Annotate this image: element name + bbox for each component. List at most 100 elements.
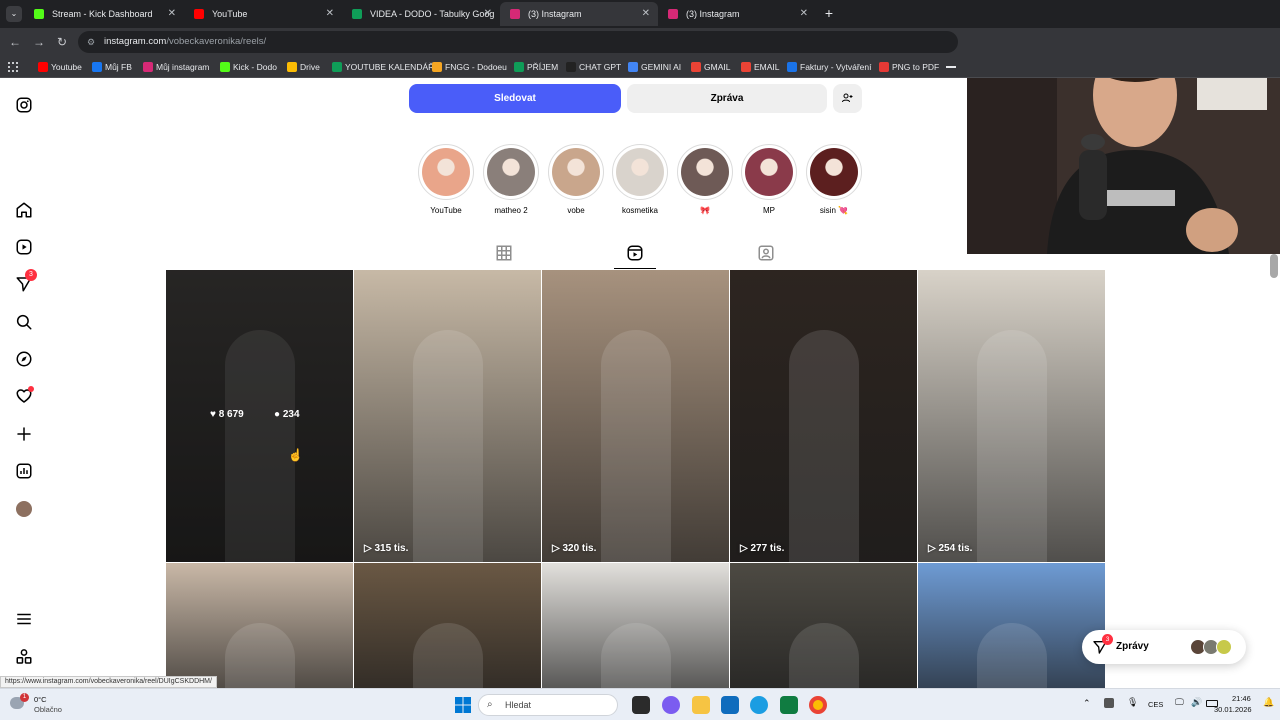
avatar: [1216, 639, 1232, 655]
story-highlight[interactable]: kosmetika: [612, 144, 668, 215]
browser-tab-sheets[interactable]: VIDEA - DODO - Tabulky Goog ✕: [342, 2, 500, 26]
suggested-users-button[interactable]: [833, 84, 862, 113]
bookmark-item[interactable]: Můj instagram: [143, 56, 209, 78]
language-indicator[interactable]: CES: [1148, 700, 1163, 709]
message-button[interactable]: Zpráva: [627, 84, 827, 113]
weather-widget[interactable]: 1 0°C Oblačno: [10, 693, 80, 717]
story-highlight[interactable]: YouTube: [418, 144, 474, 215]
bookmark-favicon-icon: [566, 62, 576, 72]
reel-thumbnail[interactable]: [730, 563, 917, 688]
clock-date[interactable]: 30.01.2026: [1214, 705, 1252, 714]
reel-thumbnail[interactable]: [354, 563, 541, 688]
reload-icon[interactable]: ↻: [57, 35, 67, 49]
reels-tab-icon[interactable]: [626, 244, 644, 262]
bookmark-item[interactable]: Youtube: [38, 56, 82, 78]
profile-avatar[interactable]: [15, 500, 33, 518]
browser-tab-instagram-active[interactable]: (3) Instagram ✕: [500, 2, 658, 26]
instagram-icon: [668, 9, 678, 19]
highlight-label: vobe: [567, 206, 585, 215]
page-scrollbar[interactable]: [1270, 254, 1278, 278]
tab-close-icon[interactable]: ✕: [800, 2, 808, 26]
notifications-bell-icon[interactable]: 🔔: [1263, 697, 1274, 708]
taskbar-search[interactable]: ⌕ Hledat: [478, 694, 618, 716]
bookmarks-overflow-icon[interactable]: [946, 66, 956, 68]
clock-time[interactable]: 21:46: [1232, 694, 1251, 703]
highlight-label: MP: [763, 206, 775, 215]
reel-thumbnail[interactable]: [166, 563, 353, 688]
also-from-meta-icon[interactable]: [15, 648, 33, 666]
browser-tab-youtube[interactable]: YouTube ✕: [184, 2, 342, 26]
create-plus-icon[interactable]: [15, 425, 33, 443]
tab-close-icon[interactable]: ✕: [326, 2, 334, 26]
tab-close-icon[interactable]: ✕: [484, 2, 492, 26]
volume-icon[interactable]: 🔊: [1191, 697, 1202, 708]
story-highlight[interactable]: MP: [741, 144, 797, 215]
direct-messages-icon[interactable]: 3: [15, 269, 37, 293]
chrome-icon[interactable]: [809, 696, 827, 714]
reel-thumbnail[interactable]: ▷ 315 tis.: [354, 270, 541, 562]
follow-button[interactable]: Sledovat: [409, 84, 621, 113]
reel-thumbnail[interactable]: ▷ 320 tis.: [542, 270, 729, 562]
site-info-icon[interactable]: ⚙: [87, 31, 95, 53]
edge-icon[interactable]: [750, 696, 768, 714]
tray-app-icon[interactable]: [1104, 698, 1114, 708]
bookmark-item[interactable]: PŘÍJEM: [514, 56, 558, 78]
bookmark-item[interactable]: Kick - Dodo: [220, 56, 277, 78]
explore-icon[interactable]: [15, 350, 33, 368]
bookmark-item[interactable]: GMAIL: [691, 56, 730, 78]
copilot-icon[interactable]: [662, 696, 680, 714]
reel-thumbnail[interactable]: ▷ 277 tis.: [730, 270, 917, 562]
tray-overflow-icon[interactable]: ⌃: [1083, 698, 1091, 709]
bookmark-item[interactable]: CHAT GPT: [566, 56, 621, 78]
bookmark-item[interactable]: Drive: [287, 56, 320, 78]
reels-icon[interactable]: [15, 238, 33, 256]
home-icon[interactable]: [15, 201, 33, 219]
back-icon[interactable]: ←: [9, 35, 21, 49]
file-explorer-icon[interactable]: [692, 696, 710, 714]
new-tab-button[interactable]: +: [820, 4, 838, 22]
browser-tab-kick[interactable]: Stream - Kick Dashboard ✕: [24, 2, 184, 26]
story-highlight[interactable]: 🎀: [677, 144, 733, 215]
start-button[interactable]: [454, 696, 472, 714]
bookmark-item[interactable]: Můj FB: [92, 56, 132, 78]
dashboard-icon[interactable]: [15, 462, 33, 480]
bookmark-favicon-icon: [432, 62, 442, 72]
bookmark-label: FNGG - Dodoeu: [445, 62, 507, 72]
instagram-logo-icon[interactable]: [15, 96, 33, 114]
notifications-heart-icon[interactable]: [15, 386, 34, 405]
story-highlight[interactable]: sisin 💘: [806, 144, 862, 215]
browser-tab-instagram[interactable]: (3) Instagram ✕: [658, 2, 816, 26]
forward-icon[interactable]: →: [33, 35, 45, 49]
address-bar[interactable]: ⚙ instagram.com/vobeckaveronika/reels/: [78, 31, 958, 53]
highlight-cover-image: [487, 148, 535, 196]
tagged-tab-icon[interactable]: [757, 244, 775, 262]
task-view-icon[interactable]: [632, 696, 650, 714]
tab-close-icon[interactable]: ✕: [642, 2, 650, 26]
story-highlight[interactable]: matheo 2: [483, 144, 539, 215]
apps-grid-icon[interactable]: [8, 62, 18, 72]
highlight-cover-image: [616, 148, 664, 196]
reel-thumbnail[interactable]: ♥ 8 679 ● 234 ☝: [166, 270, 353, 562]
tab-close-icon[interactable]: ✕: [168, 2, 176, 26]
outlook-icon[interactable]: [721, 696, 739, 714]
bookmark-item[interactable]: GEMINI AI: [628, 56, 681, 78]
bookmark-label: Youtube: [51, 62, 82, 72]
network-icon[interactable]: 🖵: [1175, 697, 1184, 708]
posts-grid-tab-icon[interactable]: [495, 244, 513, 262]
microphone-icon[interactable]: 🎙: [1127, 697, 1138, 708]
highlight-ring: [677, 144, 733, 200]
menu-icon[interactable]: [15, 610, 33, 628]
excel-icon[interactable]: [780, 696, 798, 714]
reel-thumbnail[interactable]: ▷ 254 tis.: [918, 270, 1105, 562]
reel-thumbnail[interactable]: [542, 563, 729, 688]
bookmark-item[interactable]: EMAIL: [741, 56, 780, 78]
bookmark-item[interactable]: Faktury - Vytváření: [787, 56, 871, 78]
messages-pill[interactable]: 3 Zprávy: [1082, 630, 1246, 664]
bookmark-item[interactable]: PNG to PDF: [879, 56, 939, 78]
tab-search-dropdown-icon[interactable]: ⌄: [6, 6, 22, 22]
bookmark-item[interactable]: YOUTUBE KALENDÁŘ: [332, 56, 434, 78]
story-highlight[interactable]: vobe: [548, 144, 604, 215]
reel-thumbnail[interactable]: [918, 563, 1105, 688]
search-icon[interactable]: [15, 313, 33, 331]
bookmark-item[interactable]: FNGG - Dodoeu: [432, 56, 507, 78]
